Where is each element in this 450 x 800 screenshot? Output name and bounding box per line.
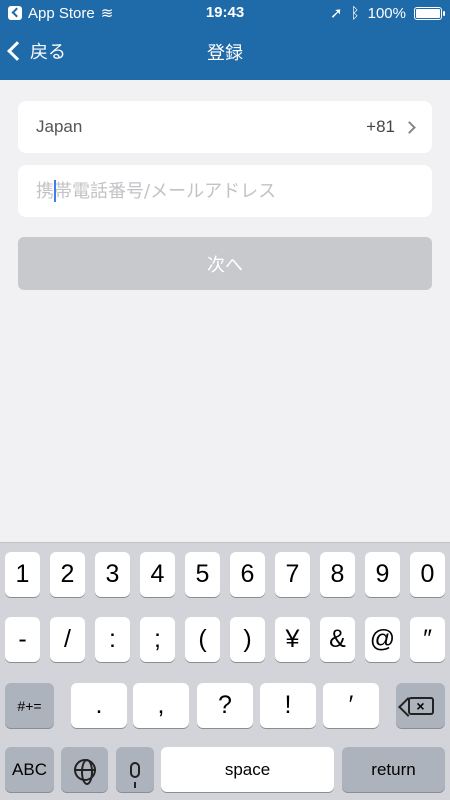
- next-button[interactable]: 次へ: [18, 237, 432, 290]
- key-semicolon[interactable]: ;: [140, 617, 175, 662]
- key-period[interactable]: .: [71, 683, 127, 728]
- delete-key[interactable]: ×: [396, 683, 445, 728]
- key-question[interactable]: ?: [197, 683, 253, 728]
- text-caret: [54, 180, 56, 202]
- key-open-paren[interactable]: (: [185, 617, 220, 662]
- symbols-toggle-key[interactable]: #+=: [5, 683, 54, 728]
- phone-email-field-container: [18, 165, 432, 217]
- delete-icon: ×: [407, 696, 434, 715]
- key-0[interactable]: 0: [410, 552, 445, 597]
- location-icon: ➚: [330, 5, 343, 22]
- key-colon[interactable]: :: [95, 617, 130, 662]
- page-title: 登録: [207, 43, 243, 63]
- key-prime[interactable]: ′: [323, 683, 379, 728]
- battery-icon: [414, 6, 445, 20]
- key-3[interactable]: 3: [95, 552, 130, 597]
- return-key[interactable]: return: [342, 747, 445, 792]
- key-8[interactable]: 8: [320, 552, 355, 597]
- key-comma[interactable]: ,: [133, 683, 189, 728]
- country-code: +81: [366, 117, 395, 136]
- globe-icon: [73, 758, 96, 785]
- key-9[interactable]: 9: [365, 552, 400, 597]
- key-6[interactable]: 6: [230, 552, 265, 597]
- key-2[interactable]: 2: [50, 552, 85, 597]
- keyboard: 1 2 3 4 5 6 7 8 9 0 - / : ; ( ) ¥ & @ ″ …: [0, 542, 450, 800]
- key-7[interactable]: 7: [275, 552, 310, 597]
- key-double-prime[interactable]: ″: [410, 617, 445, 662]
- space-key[interactable]: space: [161, 747, 334, 792]
- phone-email-input[interactable]: [18, 165, 432, 217]
- country-selector[interactable]: Japan +81: [18, 101, 432, 153]
- bluetooth-icon: ᛒ: [350, 4, 360, 22]
- key-1[interactable]: 1: [5, 552, 40, 597]
- microphone-icon: [130, 761, 140, 788]
- navigation-bar: 戻る 登録: [0, 26, 450, 80]
- status-bar: App Store ≋ 19:43 ➚ ᛒ 100%: [0, 0, 450, 26]
- key-ampersand[interactable]: &: [320, 617, 355, 662]
- battery-percent: 100%: [367, 4, 406, 22]
- key-exclamation[interactable]: !: [260, 683, 316, 728]
- abc-key[interactable]: ABC: [5, 747, 54, 792]
- key-4[interactable]: 4: [140, 552, 175, 597]
- status-right: ➚ ᛒ 100%: [330, 4, 445, 22]
- dictation-key[interactable]: [116, 747, 154, 792]
- chevron-right-icon: [403, 120, 416, 134]
- globe-key[interactable]: [61, 747, 108, 792]
- key-yen[interactable]: ¥: [275, 617, 310, 662]
- key-close-paren[interactable]: ): [230, 617, 265, 662]
- country-name: Japan: [36, 117, 83, 136]
- key-5[interactable]: 5: [185, 552, 220, 597]
- key-at[interactable]: @: [365, 617, 400, 662]
- key-hyphen[interactable]: -: [5, 617, 40, 662]
- key-slash[interactable]: /: [50, 617, 85, 662]
- top-bar: App Store ≋ 19:43 ➚ ᛒ 100% 戻る 登録: [0, 0, 450, 80]
